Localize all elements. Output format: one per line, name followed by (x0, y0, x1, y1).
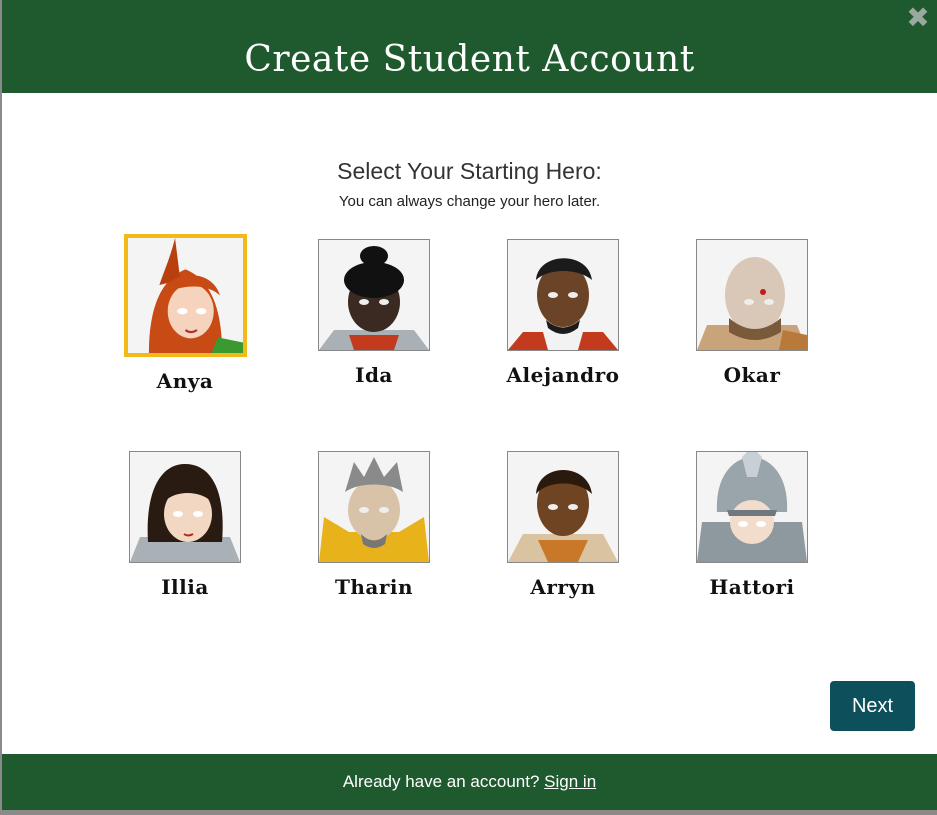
alejandro-portrait-icon (508, 258, 618, 350)
hero-portrait-anya (123, 234, 247, 357)
modal-header: ✖ Create Student Account (2, 0, 937, 93)
hero-portrait-hattori (696, 451, 808, 563)
hero-portrait-okar (696, 239, 808, 351)
modal-footer: Already have an account? Sign in (2, 754, 937, 810)
hero-option-illia[interactable]: Illia (105, 451, 265, 599)
hero-select-heading: Select Your Starting Hero: (337, 158, 602, 184)
hero-portrait-illia (129, 451, 241, 563)
hero-option-arryn[interactable]: Arryn (483, 451, 643, 599)
hero-portrait-ida (318, 239, 430, 351)
close-icon[interactable]: ✖ (906, 4, 930, 32)
arryn-portrait-icon (508, 470, 618, 562)
hero-option-tharin[interactable]: Tharin (294, 451, 454, 599)
hero-option-alejandro[interactable]: Alejandro (483, 239, 643, 387)
hero-name: Arryn (530, 575, 596, 599)
hero-name: Illia (161, 575, 209, 599)
hero-option-okar[interactable]: Okar (672, 239, 832, 387)
hero-name: Tharin (334, 575, 414, 599)
hero-option-hattori[interactable]: Hattori (672, 451, 832, 599)
modal-title: Create Student Account (244, 39, 695, 80)
illia-portrait-icon (130, 464, 240, 562)
hero-portrait-arryn (507, 451, 619, 563)
hero-name: Ida (355, 363, 393, 387)
hattori-portrait-icon (697, 452, 807, 562)
hero-name: Anya (156, 369, 214, 393)
hero-name: Alejandro (506, 363, 620, 387)
create-account-modal: ✖ Create Student Account Select Your Sta… (2, 0, 937, 810)
hero-option-anya[interactable]: Anya (105, 234, 265, 393)
hero-portrait-alejandro (507, 239, 619, 351)
hero-option-ida[interactable]: Ida (294, 239, 454, 387)
hero-portrait-tharin (318, 451, 430, 563)
hero-name: Okar (723, 363, 781, 387)
sign-in-prompt: Already have an account? (342, 772, 540, 791)
next-button[interactable]: Next (830, 681, 915, 731)
ida-portrait-icon (319, 246, 429, 350)
sign-in-link[interactable]: Sign in (544, 772, 596, 791)
tharin-portrait-icon (319, 457, 429, 562)
hero-select-subheading: You can always change your hero later. (338, 193, 601, 210)
hero-name: Hattori (709, 575, 795, 599)
anya-portrait-icon (148, 238, 243, 353)
okar-portrait-icon (697, 257, 807, 350)
